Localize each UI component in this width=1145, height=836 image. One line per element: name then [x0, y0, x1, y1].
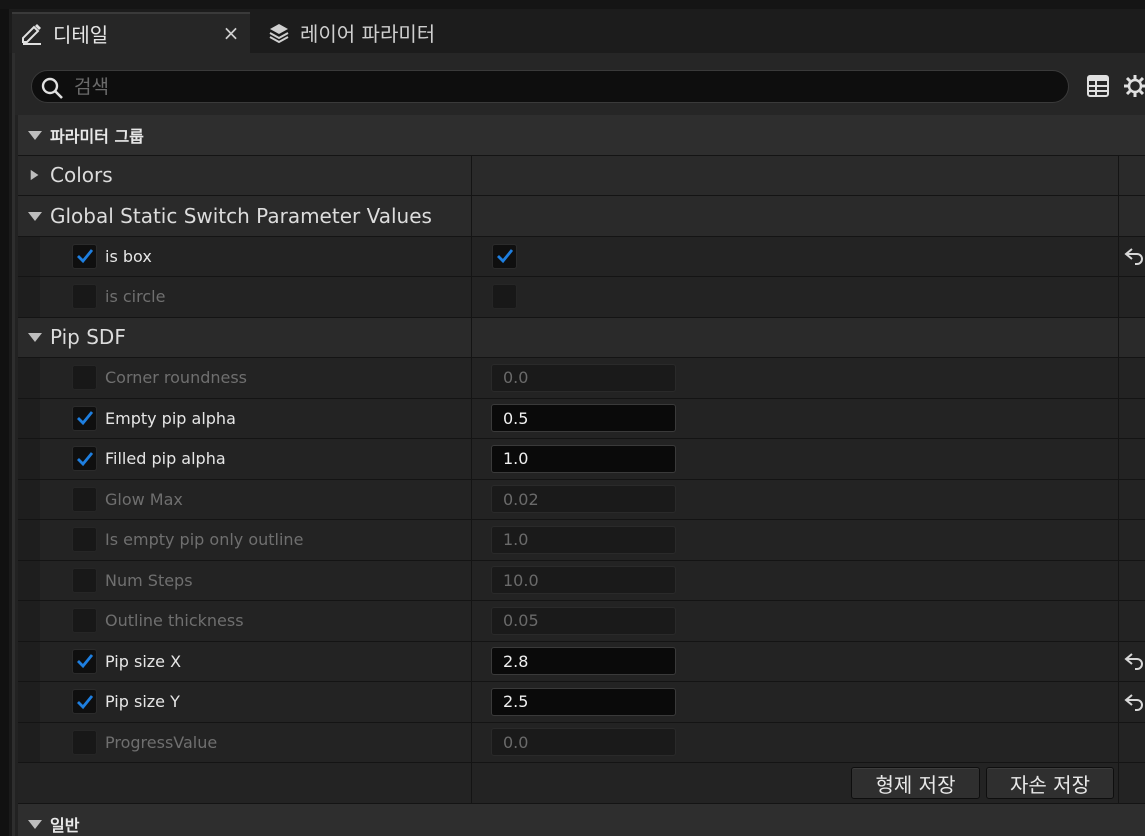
- tab-details-label: 디테일: [53, 23, 109, 47]
- param-value-field[interactable]: 2.8: [491, 647, 676, 676]
- param-value-field[interactable]: 1.0: [491, 525, 676, 554]
- chevron-down-icon: [20, 115, 50, 155]
- group-general[interactable]: 일반: [18, 804, 1145, 836]
- param-value-field[interactable]: 1.0: [491, 444, 676, 473]
- param-label: Outline thickness: [105, 611, 244, 631]
- group-parameter-groups[interactable]: 파라미터 그룹: [18, 115, 1145, 156]
- close-icon[interactable]: ×: [220, 21, 242, 45]
- save-child-button[interactable]: 자손 저장: [986, 767, 1114, 799]
- param-row: ProgressValue 0.0: [18, 722, 1145, 763]
- param-override-checkbox[interactable]: [72, 446, 97, 472]
- param-override-checkbox[interactable]: [72, 648, 97, 674]
- category-label: Colors: [50, 163, 113, 188]
- param-row: Glow Max 0.02: [18, 479, 1145, 520]
- param-value-field[interactable]: 2.5: [491, 687, 676, 716]
- param-label: Empty pip alpha: [105, 408, 236, 428]
- category-label: Pip SDF: [50, 325, 126, 350]
- param-row: Pip size X 2.8: [18, 641, 1145, 682]
- reset-arrow-icon[interactable]: [1123, 650, 1145, 672]
- chevron-down-icon: [20, 196, 50, 236]
- param-override-checkbox[interactable]: [72, 365, 97, 391]
- category-label: Global Static Switch Parameter Values: [50, 203, 432, 228]
- tab-layer-parameters[interactable]: 레이어 파라미터: [259, 12, 459, 53]
- param-override-checkbox[interactable]: [72, 243, 97, 269]
- param-value-field[interactable]: 0.02: [491, 485, 676, 514]
- chevron-down-icon: [20, 317, 50, 357]
- category-static-switches[interactable]: Global Static Switch Parameter Values: [18, 196, 1145, 237]
- details-panel: 파라미터 그룹 Colors Global Static Switch Para…: [12, 53, 1145, 836]
- tab-layer-parameters-label: 레이어 파라미터: [300, 22, 436, 46]
- group-title: 일반: [50, 815, 80, 835]
- param-label: Pip size X: [105, 651, 182, 671]
- search-icon: [41, 77, 63, 99]
- param-override-checkbox[interactable]: [72, 527, 97, 553]
- param-override-checkbox[interactable]: [72, 486, 97, 512]
- param-row: Corner roundness 0.0: [18, 358, 1145, 399]
- param-row: Pip size Y 2.5: [18, 682, 1145, 723]
- param-value-field[interactable]: 0.05: [491, 606, 676, 635]
- save-buttons-row: 형제 저장 자손 저장: [18, 763, 1145, 804]
- reset-arrow-icon[interactable]: [1123, 245, 1145, 267]
- param-label: Is empty pip only outline: [105, 530, 304, 550]
- save-sibling-button[interactable]: 형제 저장: [851, 767, 980, 799]
- param-override-checkbox[interactable]: [72, 689, 97, 715]
- group-title: 파라미터 그룹: [50, 126, 144, 146]
- layers-icon: [267, 21, 291, 45]
- chevron-right-icon: [20, 155, 50, 195]
- param-value-field[interactable]: 0.5: [491, 404, 676, 433]
- search-input[interactable]: [74, 74, 1054, 100]
- param-row: Num Steps 10.0: [18, 560, 1145, 601]
- param-value-field[interactable]: 0.0: [491, 363, 676, 392]
- settings-gear-icon[interactable]: [1122, 73, 1145, 99]
- tab-bar: 디테일 × 레이어 파라미터: [9, 9, 1145, 53]
- param-row: Outline thickness 0.05: [18, 601, 1145, 642]
- category-pip-sdf[interactable]: Pip SDF: [18, 317, 1145, 358]
- param-value-checkbox[interactable]: [492, 284, 517, 310]
- param-label: Pip size Y: [105, 692, 180, 712]
- param-label: Glow Max: [105, 489, 183, 509]
- tab-details[interactable]: 디테일 ×: [12, 12, 250, 53]
- param-value-field[interactable]: 0.0: [491, 728, 676, 757]
- param-row: is circle: [18, 277, 1145, 318]
- param-override-checkbox[interactable]: [72, 284, 97, 310]
- param-row: is box: [18, 236, 1145, 277]
- category-colors[interactable]: Colors: [18, 155, 1145, 196]
- pencil-details-icon: [20, 22, 44, 46]
- reset-arrow-icon[interactable]: [1123, 691, 1145, 713]
- search-box[interactable]: [31, 70, 1069, 103]
- param-value-field[interactable]: 10.0: [491, 566, 676, 595]
- param-label: Filled pip alpha: [105, 449, 226, 469]
- param-label: Corner roundness: [105, 368, 248, 388]
- param-override-checkbox[interactable]: [72, 567, 97, 593]
- param-override-checkbox[interactable]: [72, 405, 97, 431]
- top-strip: [0, 0, 1145, 9]
- table-view-icon[interactable]: [1085, 73, 1111, 99]
- property-rows: 파라미터 그룹 Colors Global Static Switch Para…: [18, 115, 1145, 836]
- param-value-checkbox[interactable]: [492, 243, 517, 269]
- param-label: is box: [105, 246, 152, 266]
- chevron-down-icon: [20, 804, 50, 836]
- left-edge: [0, 9, 9, 836]
- param-row: Filled pip alpha 1.0: [18, 439, 1145, 480]
- param-label: is circle: [105, 287, 166, 307]
- param-row: Empty pip alpha 0.5: [18, 398, 1145, 439]
- search-row: [15, 53, 1145, 115]
- param-override-checkbox[interactable]: [72, 729, 97, 755]
- param-label: ProgressValue: [105, 732, 218, 752]
- param-override-checkbox[interactable]: [72, 608, 97, 634]
- param-label: Num Steps: [105, 570, 193, 590]
- param-row: Is empty pip only outline 1.0: [18, 520, 1145, 561]
